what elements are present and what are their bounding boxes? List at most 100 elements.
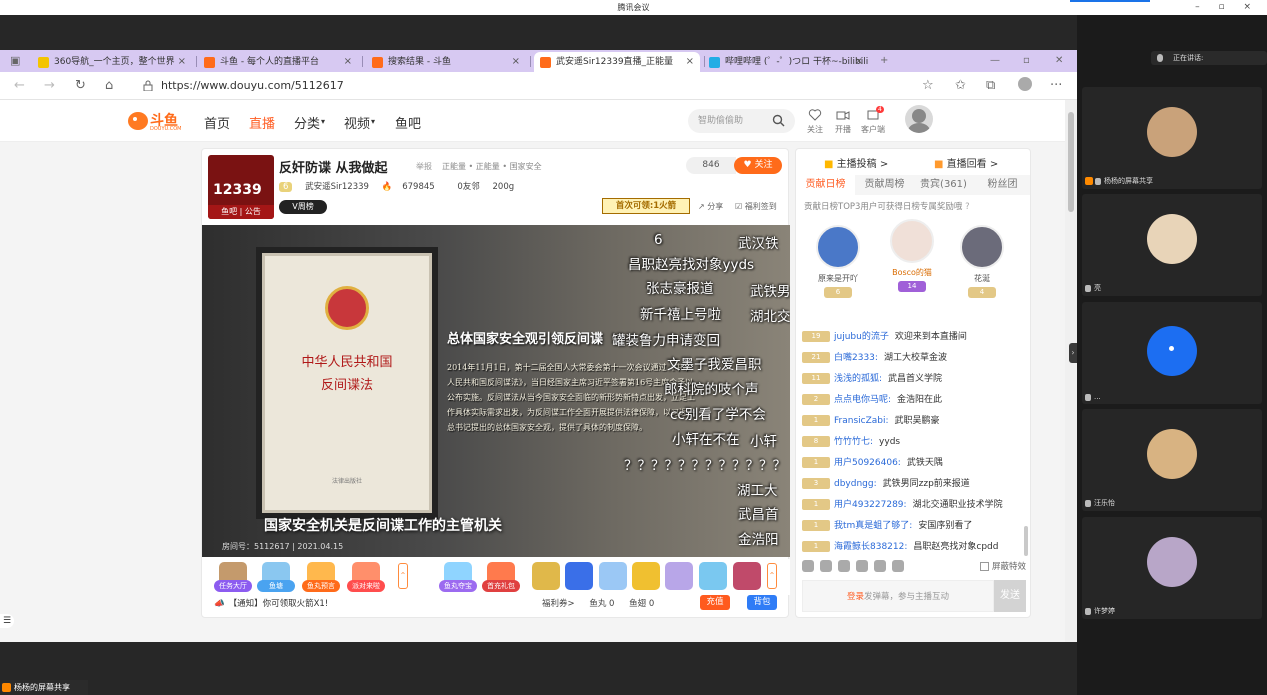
meeting-window-controls[interactable]: – ▫ × xyxy=(1195,0,1259,15)
gift-item[interactable] xyxy=(565,562,593,590)
recharge-button[interactable]: 充值 xyxy=(700,595,730,610)
menu-icon[interactable]: ☰ xyxy=(0,614,14,628)
tab-actions-icon[interactable]: ▣ xyxy=(10,53,20,69)
nav-item[interactable]: 分类 xyxy=(294,113,320,132)
contributor-avatar[interactable] xyxy=(960,225,1004,269)
more-menu-icon[interactable]: ··· xyxy=(1050,78,1062,94)
nav-item[interactable]: 直播 xyxy=(249,113,275,132)
browser-tab[interactable]: 斗鱼 - 每个人的直播平台 × xyxy=(198,52,358,72)
page-scrollbar[interactable] xyxy=(1065,100,1077,642)
rocket-promo-badge[interactable]: 首次可领:1火箭 xyxy=(602,198,690,214)
douyu-logo[interactable]: 斗鱼 DOUYU.COM xyxy=(126,108,186,134)
close-window-button[interactable]: ✕ xyxy=(1055,50,1063,72)
browser-tab[interactable]: 哔哩哔哩 (゜-゜)つロ 干杯~-bilibili × xyxy=(703,52,869,72)
crown-icon[interactable] xyxy=(856,560,868,572)
weekly-rank-badge[interactable]: V周榜 xyxy=(279,200,327,214)
top-contributor[interactable]: 花涎 4 xyxy=(952,225,1012,298)
send-button[interactable]: 发送 xyxy=(994,580,1026,612)
gift-scroll-left-button[interactable]: ⌃ xyxy=(398,563,408,589)
login-link[interactable]: 登录 xyxy=(847,592,864,602)
ranking-tab[interactable]: 贡献日榜 xyxy=(796,175,855,195)
minimize-button[interactable]: — xyxy=(990,50,1000,72)
message-icon[interactable] xyxy=(820,560,832,572)
emoji-icon[interactable] xyxy=(802,560,814,572)
scroll-thumb[interactable] xyxy=(1068,112,1074,212)
header-client-button[interactable]: 客户端 4 xyxy=(858,106,888,135)
participant-tile[interactable]: 汪乐怡 xyxy=(1082,409,1262,511)
settings-tool-icon[interactable] xyxy=(892,560,904,572)
video-player[interactable]: 中华人民共和国 反间谍法 法律出版社 总体国家安全观引领反间谍 2014年11月… xyxy=(202,225,790,557)
tab-close-icon[interactable]: × xyxy=(855,52,863,72)
chat-scrollbar[interactable] xyxy=(1024,526,1028,556)
follow-button[interactable]: ♥ 关注 xyxy=(734,157,782,174)
top-contributor[interactable]: 原来是开吖 6 xyxy=(808,225,868,298)
top-contributor[interactable]: Bosco的猫 14 xyxy=(882,219,942,292)
chat-username[interactable]: 用户493227289: xyxy=(834,500,907,510)
favorite-add-icon[interactable]: ☆ xyxy=(922,78,934,94)
chat-username[interactable]: 海霞鲸长838212: xyxy=(834,542,907,552)
backpack-button[interactable]: 背包 xyxy=(747,595,777,610)
new-tab-button[interactable]: + xyxy=(880,50,888,72)
gift-item[interactable] xyxy=(699,562,727,590)
chat-username[interactable]: 竹竹竹七: xyxy=(834,437,873,447)
home-icon[interactable]: ⌂ xyxy=(105,78,113,94)
nav-item[interactable]: 视频 xyxy=(344,113,370,132)
tab-close-icon[interactable]: × xyxy=(344,52,352,72)
chat-username[interactable]: 用户50926406: xyxy=(834,458,901,468)
gift-item[interactable] xyxy=(665,562,693,590)
chat-username[interactable]: 我tm真是蛆了够了: xyxy=(834,521,912,531)
chat-username[interactable]: jujubu的流子 xyxy=(834,332,889,342)
back-icon[interactable]: ← xyxy=(14,78,25,94)
chat-username[interactable]: 点点电你马呢: xyxy=(834,395,891,405)
nav-item[interactable]: 鱼吧 xyxy=(395,113,421,132)
share-button[interactable]: ↗ 分享 xyxy=(698,201,723,212)
chat-username[interactable]: 浅浅的孤狐: xyxy=(834,374,882,384)
reload-icon[interactable]: ↻ xyxy=(75,78,86,94)
gift-scroll-right-button[interactable]: ⌃ xyxy=(767,563,777,589)
report-link[interactable]: 举报 xyxy=(416,161,432,172)
room-avatar[interactable]: 12339 鱼吧 | 公告 xyxy=(208,155,274,219)
room-category[interactable]: 正能量 • 正能量 • 国家安全 xyxy=(442,161,542,172)
participant-tile[interactable]: 许梦婷 xyxy=(1082,517,1262,619)
contributor-avatar[interactable] xyxy=(890,219,934,263)
gift-item[interactable] xyxy=(733,562,761,590)
chat-username[interactable]: FransicZabi: xyxy=(834,416,889,426)
maximize-button[interactable]: ▫ xyxy=(1023,50,1030,72)
notice-bar[interactable]: 📣 【通知】你可领取火箭X1! xyxy=(214,597,328,609)
gift-item[interactable] xyxy=(632,562,660,590)
search-icon[interactable] xyxy=(772,114,785,127)
tab-close-icon[interactable]: × xyxy=(512,52,520,72)
replay-link[interactable]: ■ 直播回看 > xyxy=(934,155,998,170)
anchor-name[interactable]: 武安遥Sir12339 xyxy=(305,182,369,192)
browser-tab[interactable]: 搜索结果 - 斗鱼 × xyxy=(366,52,526,72)
ranking-tab[interactable]: 贵宾(361) xyxy=(914,175,973,195)
nav-item[interactable]: 首页 xyxy=(204,113,230,132)
header-follow-button[interactable]: 关注 xyxy=(800,108,830,135)
forward-icon[interactable]: → xyxy=(44,78,55,94)
contributor-avatar[interactable] xyxy=(816,225,860,269)
chat-username[interactable]: dbydngg: xyxy=(834,479,877,489)
tab-close-icon[interactable]: × xyxy=(686,52,694,72)
collections-icon[interactable]: ⧉ xyxy=(986,78,995,94)
help-icon[interactable]: ? xyxy=(965,202,970,212)
browser-tab[interactable]: 武安遥Sir12339直播_正能量 × xyxy=(534,52,700,72)
participant-tile[interactable]: 杨杨的屏幕共享 xyxy=(1082,87,1262,189)
user-avatar[interactable] xyxy=(905,105,933,133)
favorites-icon[interactable]: ✩ xyxy=(955,78,966,94)
participant-tile[interactable]: 亮 xyxy=(1082,194,1262,296)
browser-tab[interactable]: 360导航_一个主页，整个世界 × xyxy=(32,52,192,72)
room-avatar-links[interactable]: 鱼吧 | 公告 xyxy=(208,205,274,219)
ranking-tab[interactable]: 粉丝团 xyxy=(973,175,1030,195)
anchor-upload-link[interactable]: ■ 主播投稿 > xyxy=(824,155,888,170)
douyu-search-input[interactable]: 智助偷偷助 xyxy=(688,109,795,133)
ranking-tab[interactable]: 贡献周榜 xyxy=(855,175,914,195)
url-input[interactable]: https://www.douyu.com/5112617 xyxy=(135,76,940,96)
header-broadcast-button[interactable]: 开播 xyxy=(828,108,858,135)
gift-item[interactable] xyxy=(532,562,560,590)
sign-in-button[interactable]: ☑ 福利签到 xyxy=(735,201,777,212)
profile-icon[interactable] xyxy=(1018,77,1032,91)
gift-item[interactable] xyxy=(599,562,627,590)
gift-tool-icon[interactable] xyxy=(874,560,886,572)
tab-close-icon[interactable]: × xyxy=(178,52,186,72)
megaphone-tool-icon[interactable] xyxy=(838,560,850,572)
